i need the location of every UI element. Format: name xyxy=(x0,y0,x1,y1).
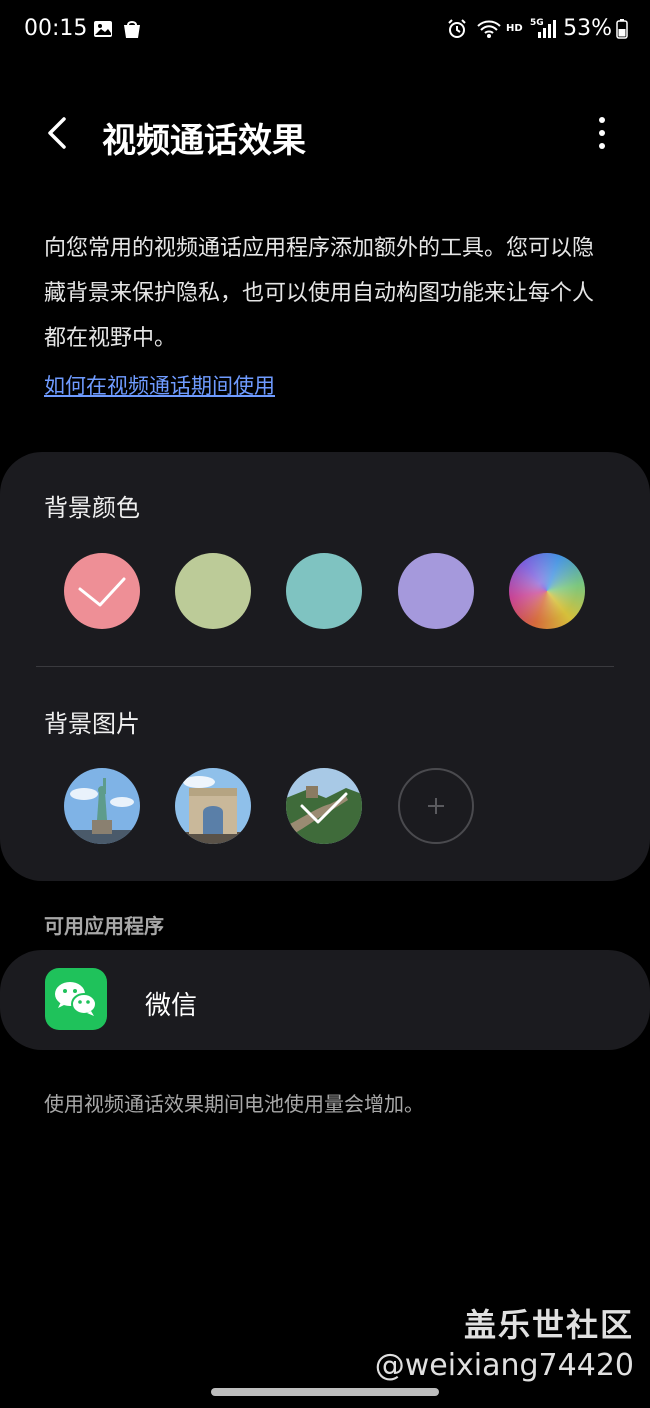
battery-percent: 53% xyxy=(563,16,612,41)
battery-icon xyxy=(616,19,628,39)
watermark-handle: @weixiang74420 xyxy=(374,1348,634,1383)
battery-note: 使用视频通话效果期间电池使用量会增加。 xyxy=(44,1092,424,1116)
status-time: 00:15 xyxy=(24,16,88,41)
available-apps-label: 可用应用程序 xyxy=(44,914,164,938)
checkmark-icon xyxy=(78,577,126,607)
color-swatch-purple[interactable] xyxy=(398,553,474,629)
color-swatch-gradient[interactable] xyxy=(509,553,585,629)
more-vertical-icon[interactable] xyxy=(592,115,612,151)
color-swatch-green[interactable] xyxy=(175,553,251,629)
hd-label: HD xyxy=(506,23,523,34)
bg-image-great-wall[interactable] xyxy=(286,768,362,844)
color-swatch-teal[interactable] xyxy=(286,553,362,629)
color-swatch-pink[interactable] xyxy=(64,553,140,629)
signal-icon xyxy=(538,20,556,38)
bg-image-statue-of-liberty[interactable] xyxy=(64,768,140,844)
great-wall-image xyxy=(286,768,362,844)
plus-icon xyxy=(428,798,444,814)
status-bar: 00:15 HD 5G 53% xyxy=(0,0,650,60)
statue-of-liberty-image xyxy=(64,768,140,844)
alarm-icon xyxy=(448,19,466,38)
page-title: 视频通话效果 xyxy=(102,121,306,161)
background-color-label: 背景颜色 xyxy=(44,494,140,522)
app-header: 视频通话效果 xyxy=(0,95,650,175)
howto-link[interactable]: 如何在视频通话期间使用 xyxy=(44,370,275,400)
description-text: 向您常用的视频通话应用程序添加额外的工具。您可以隐藏背景来保护隐私，也可以使用自… xyxy=(44,236,595,351)
add-image-button[interactable] xyxy=(398,768,474,844)
wechat-icon xyxy=(45,968,107,1030)
watermark-title: 盖乐世社区 xyxy=(463,1306,634,1344)
chevron-left-icon[interactable] xyxy=(38,113,78,153)
app-name-wechat: 微信 xyxy=(145,991,198,1021)
wifi-icon xyxy=(477,20,501,38)
section-divider xyxy=(36,666,614,667)
bg-image-arc-de-triomphe[interactable] xyxy=(175,768,251,844)
arc-de-triomphe-image xyxy=(175,768,251,844)
home-indicator[interactable] xyxy=(211,1388,439,1396)
background-image-label: 背景图片 xyxy=(44,710,140,738)
bag-icon xyxy=(124,21,140,38)
gallery-icon xyxy=(94,21,112,37)
